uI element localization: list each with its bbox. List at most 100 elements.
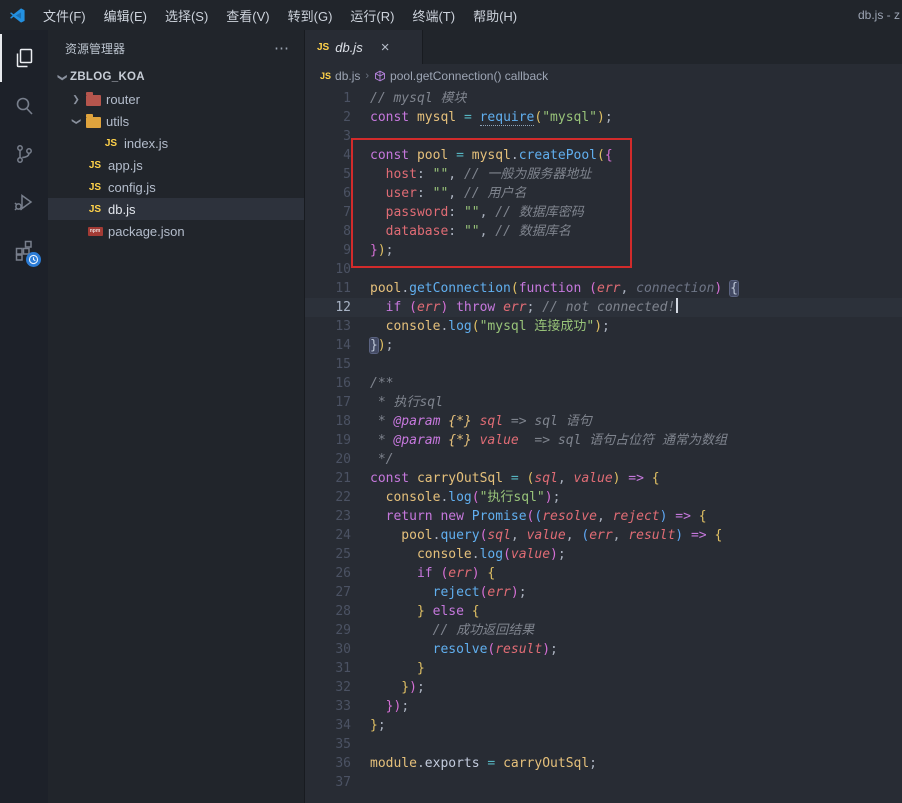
code-line[interactable]: 11pool.getConnection(function (err, conn… — [305, 279, 902, 298]
line-number[interactable]: 28 — [305, 602, 351, 621]
line-number[interactable]: 37 — [305, 773, 351, 792]
code-line[interactable]: 28 } else { — [305, 602, 902, 621]
code-line[interactable]: 37 — [305, 773, 902, 792]
line-number[interactable]: 3 — [305, 127, 351, 146]
breadcrumb-symbol[interactable]: pool.getConnection() callback — [374, 69, 548, 83]
line-number[interactable]: 16 — [305, 374, 351, 393]
more-actions-icon[interactable]: ⋯ — [274, 39, 290, 57]
line-number[interactable]: 6 — [305, 184, 351, 203]
code-line[interactable]: 15 — [305, 355, 902, 374]
code-line[interactable]: 36module.exports = carryOutSql; — [305, 754, 902, 773]
code-line[interactable]: 23 return new Promise((resolve, reject) … — [305, 507, 902, 526]
tree-item-package-json[interactable]: npmpackage.json — [48, 220, 304, 242]
line-number[interactable]: 4 — [305, 146, 351, 165]
menu-item[interactable]: 编辑(E) — [95, 0, 156, 30]
code-line[interactable]: 31 } — [305, 659, 902, 678]
tree-item-app-js[interactable]: JSapp.js — [48, 154, 304, 176]
code-line[interactable]: 17 * 执行sql — [305, 393, 902, 412]
code-line[interactable]: 6 user: "", // 用户名 — [305, 184, 902, 203]
code-line[interactable]: 25 console.log(value); — [305, 545, 902, 564]
line-number[interactable]: 9 — [305, 241, 351, 260]
code-line[interactable]: 18 * @param {*} sql => sql 语句 — [305, 412, 902, 431]
code-line[interactable]: 5 host: "", // 一般为服务器地址 — [305, 165, 902, 184]
line-number[interactable]: 33 — [305, 697, 351, 716]
line-number[interactable]: 25 — [305, 545, 351, 564]
menu-item[interactable]: 运行(R) — [341, 0, 403, 30]
menu-item[interactable]: 转到(G) — [279, 0, 342, 30]
code-line[interactable]: 29 // 成功返回结果 — [305, 621, 902, 640]
code-line[interactable]: 20 */ — [305, 450, 902, 469]
code-line[interactable]: 30 resolve(result); — [305, 640, 902, 659]
menu-item[interactable]: 终端(T) — [403, 0, 464, 30]
menu-item[interactable]: 查看(V) — [217, 0, 278, 30]
code-line[interactable]: 27 reject(err); — [305, 583, 902, 602]
line-number[interactable]: 18 — [305, 412, 351, 431]
code-line[interactable]: 10 — [305, 260, 902, 279]
code-line[interactable]: 3 — [305, 127, 902, 146]
line-number[interactable]: 15 — [305, 355, 351, 374]
code-line[interactable]: 22 console.log("执行sql"); — [305, 488, 902, 507]
line-number[interactable]: 21 — [305, 469, 351, 488]
explorer-icon[interactable] — [0, 34, 48, 82]
tab-db-js[interactable]: JS db.js × — [305, 30, 423, 64]
menu-item[interactable]: 帮助(H) — [464, 0, 526, 30]
tree-item-root[interactable]: ❮ZBLOG_KOA — [48, 66, 304, 88]
line-number[interactable]: 27 — [305, 583, 351, 602]
line-number[interactable]: 7 — [305, 203, 351, 222]
code-line[interactable]: 9}); — [305, 241, 902, 260]
line-number[interactable]: 19 — [305, 431, 351, 450]
code-line[interactable]: 32 }); — [305, 678, 902, 697]
code-line[interactable]: 2const mysql = require("mysql"); — [305, 108, 902, 127]
line-number[interactable]: 2 — [305, 108, 351, 127]
code-line[interactable]: 14}); — [305, 336, 902, 355]
line-number[interactable]: 8 — [305, 222, 351, 241]
line-number[interactable]: 10 — [305, 260, 351, 279]
line-number[interactable]: 22 — [305, 488, 351, 507]
line-number[interactable]: 14 — [305, 336, 351, 355]
extensions-icon[interactable] — [0, 226, 48, 274]
line-number[interactable]: 20 — [305, 450, 351, 469]
menu-item[interactable]: 选择(S) — [156, 0, 217, 30]
code-line[interactable]: 33 }); — [305, 697, 902, 716]
line-number[interactable]: 12 — [305, 298, 351, 317]
line-number[interactable]: 31 — [305, 659, 351, 678]
code-line[interactable]: 26 if (err) { — [305, 564, 902, 583]
code-line[interactable]: 34}; — [305, 716, 902, 735]
line-number[interactable]: 13 — [305, 317, 351, 336]
source-control-icon[interactable] — [0, 130, 48, 178]
line-number[interactable]: 32 — [305, 678, 351, 697]
line-number[interactable]: 11 — [305, 279, 351, 298]
line-number[interactable]: 35 — [305, 735, 351, 754]
line-number[interactable]: 36 — [305, 754, 351, 773]
code-line[interactable]: 21const carryOutSql = (sql, value) => { — [305, 469, 902, 488]
line-number[interactable]: 30 — [305, 640, 351, 659]
tree-item-config-js[interactable]: JSconfig.js — [48, 176, 304, 198]
line-number[interactable]: 29 — [305, 621, 351, 640]
code-line[interactable]: 12 if (err) throw err; // not connected! — [305, 298, 902, 317]
line-number[interactable]: 24 — [305, 526, 351, 545]
tree-item-index-js[interactable]: JSindex.js — [48, 132, 304, 154]
code-line[interactable]: 13 console.log("mysql 连接成功"); — [305, 317, 902, 336]
tree-item-router[interactable]: ❯router — [48, 88, 304, 110]
line-number[interactable]: 17 — [305, 393, 351, 412]
code-line[interactable]: 7 password: "", // 数据库密码 — [305, 203, 902, 222]
code-line[interactable]: 16/** — [305, 374, 902, 393]
code-line[interactable]: 19 * @param {*} value => sql 语句占位符 通常为数组 — [305, 431, 902, 450]
line-number[interactable]: 23 — [305, 507, 351, 526]
code-line[interactable]: 1// mysql 模块 — [305, 89, 902, 108]
line-number[interactable]: 5 — [305, 165, 351, 184]
code-editor[interactable]: 1// mysql 模块2const mysql = require("mysq… — [305, 87, 902, 803]
line-number[interactable]: 34 — [305, 716, 351, 735]
code-line[interactable]: 8 database: "", // 数据库名 — [305, 222, 902, 241]
line-number[interactable]: 1 — [305, 89, 351, 108]
tree-item-db-js[interactable]: JSdb.js — [48, 198, 304, 220]
search-icon[interactable] — [0, 82, 48, 130]
breadcrumb-file[interactable]: JS db.js — [320, 69, 360, 83]
run-debug-icon[interactable] — [0, 178, 48, 226]
menu-item[interactable]: 文件(F) — [34, 0, 95, 30]
close-icon[interactable]: × — [381, 40, 390, 55]
line-number[interactable]: 26 — [305, 564, 351, 583]
code-line[interactable]: 35 — [305, 735, 902, 754]
code-line[interactable]: 4const pool = mysql.createPool({ — [305, 146, 902, 165]
tree-item-utils[interactable]: ❮utils — [48, 110, 304, 132]
